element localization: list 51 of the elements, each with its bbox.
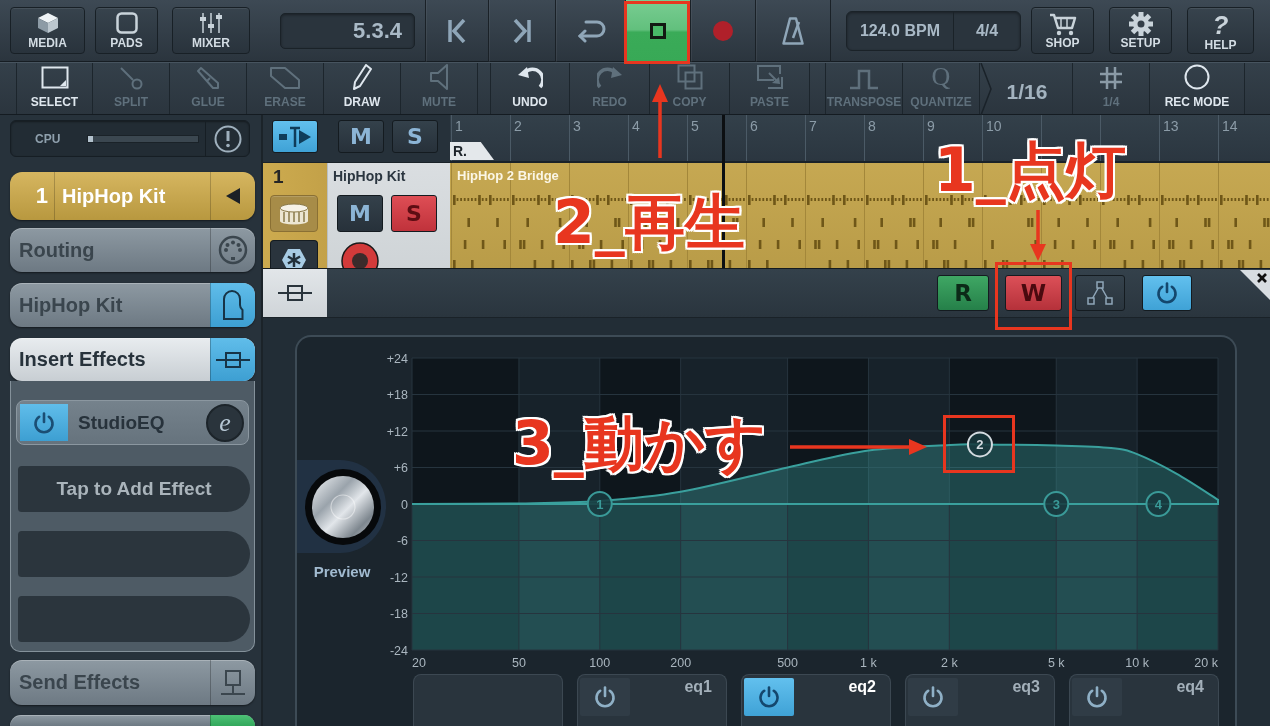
axis-label: 100 bbox=[589, 656, 611, 670]
band-label: eq1 bbox=[683, 678, 713, 696]
axis-label: 200 bbox=[670, 656, 692, 670]
clip-name: HipHop 2 Bridge bbox=[457, 168, 559, 184]
axis-label: 1 k bbox=[860, 656, 877, 670]
bar-number: 6 bbox=[750, 118, 758, 134]
axis-label: 500 bbox=[777, 656, 798, 670]
track-name: HipHop Kit bbox=[333, 167, 406, 185]
bar-number: 2 bbox=[514, 118, 522, 134]
preview-label: Preview bbox=[313, 563, 371, 580]
axis-label: +18 bbox=[387, 388, 408, 402]
bar-number: 7 bbox=[809, 118, 817, 134]
bar-number: 5 bbox=[691, 118, 699, 134]
annotation: 3 bbox=[1052, 496, 1060, 512]
axis-label: 0 bbox=[401, 497, 408, 512]
axis-label: +12 bbox=[387, 424, 408, 439]
bar-number: 13 bbox=[1163, 118, 1179, 134]
tempo-value: 124.0 BPM bbox=[847, 11, 954, 50]
annotation: 4 bbox=[1154, 496, 1163, 512]
position-display: 5.3.4 bbox=[280, 12, 415, 49]
axis-label: 20 k bbox=[1194, 656, 1218, 670]
bar-number: 8 bbox=[868, 118, 876, 134]
band-label: eq4 bbox=[1175, 678, 1205, 696]
bar-number: 3 bbox=[573, 118, 581, 134]
axis-label: 20 bbox=[412, 656, 426, 670]
annotation: 2 bbox=[976, 436, 984, 452]
bar-number: 10 bbox=[986, 118, 1002, 134]
axis-label: +24 bbox=[387, 351, 408, 366]
band-label: eq3 bbox=[1011, 678, 1041, 696]
bar-number: 9 bbox=[927, 118, 935, 134]
axis-label: -6 bbox=[396, 534, 408, 548]
time-signature: 4/4 bbox=[974, 20, 1000, 41]
cpu-label: CPU bbox=[35, 131, 61, 146]
bar-number: 4 bbox=[632, 118, 640, 134]
track-number: 1 bbox=[10, 172, 55, 220]
axis-label: 2 k bbox=[941, 656, 958, 670]
annotation: 1 bbox=[596, 496, 604, 512]
axis-label: -24 bbox=[389, 643, 408, 658]
axis-label: 10 k bbox=[1125, 656, 1149, 670]
axis-label: 50 bbox=[511, 656, 526, 670]
bar-number: 1 bbox=[455, 118, 463, 134]
annotation-text: 3_動かす bbox=[511, 407, 767, 480]
track-name: HipHop Kit bbox=[61, 183, 167, 209]
bar-number: 14 bbox=[1222, 118, 1238, 134]
axis-label: -18 bbox=[389, 607, 408, 621]
track-number: 1 bbox=[273, 165, 284, 189]
axis-label: -12 bbox=[389, 570, 408, 585]
effect-name: StudioEQ bbox=[77, 411, 166, 434]
axis-label: 5 k bbox=[1047, 656, 1065, 670]
axis-label: +6 bbox=[393, 461, 408, 475]
band-label: eq2 bbox=[847, 678, 877, 696]
